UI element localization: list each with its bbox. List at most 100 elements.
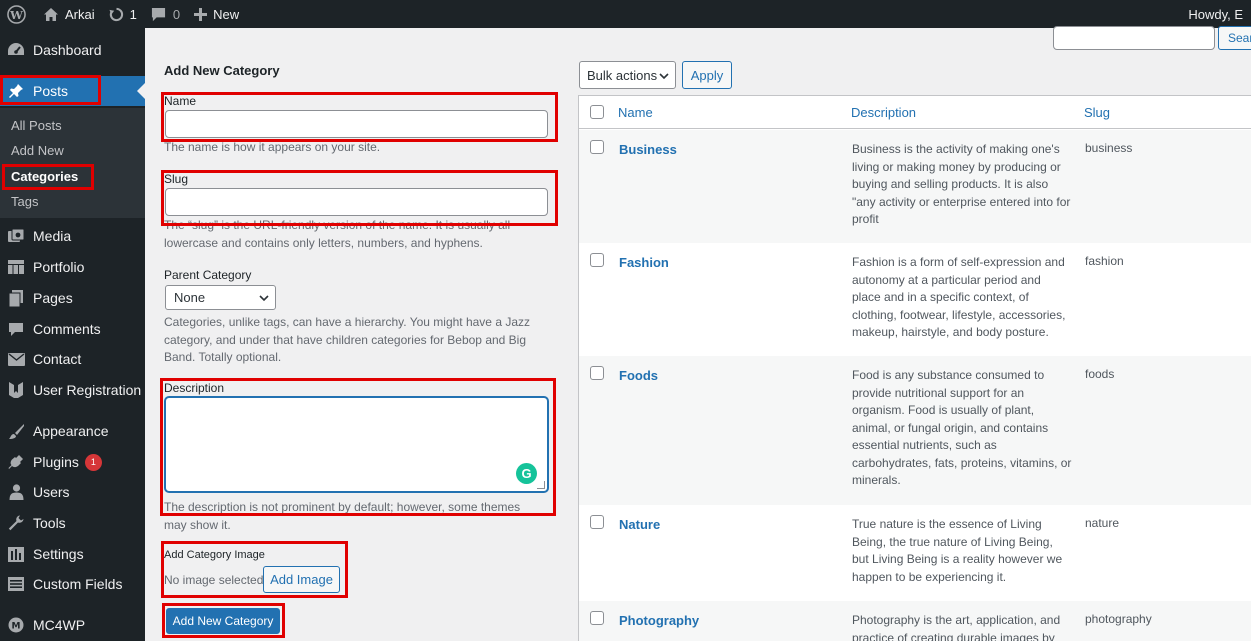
menu-plugins-label: Plugins xyxy=(33,454,79,470)
category-name-link[interactable]: Business xyxy=(619,142,677,157)
search-input[interactable] xyxy=(1053,26,1215,50)
updates-icon xyxy=(109,7,124,22)
form-heading: Add New Category xyxy=(164,63,280,78)
table-row: Fashion Fashion is a form of self-expres… xyxy=(579,243,1251,356)
menu-plugins[interactable]: Plugins 1 xyxy=(0,447,145,477)
chevron-down-icon xyxy=(259,290,269,305)
menu-settings[interactable]: Settings xyxy=(0,539,145,569)
menu-appearance[interactable]: Appearance xyxy=(0,416,145,446)
category-slug: fashion xyxy=(1085,254,1124,268)
menu-posts[interactable]: Posts xyxy=(0,76,145,106)
parent-category-select[interactable]: None xyxy=(165,285,276,310)
custom-fields-icon xyxy=(7,575,25,593)
comments-link[interactable]: 0 xyxy=(144,0,187,28)
category-description: Photography is the art, application, and… xyxy=(852,613,1061,641)
category-name-link[interactable]: Photography xyxy=(619,613,699,628)
new-content-link[interactable]: New xyxy=(187,0,246,28)
menu-pages[interactable]: Pages xyxy=(0,283,145,313)
bulk-actions-select[interactable]: Bulk actions xyxy=(579,61,676,89)
menu-custom-fields[interactable]: Custom Fields xyxy=(0,569,145,599)
grammarly-icon[interactable]: G xyxy=(516,463,537,484)
category-image-label: Add Category Image xyxy=(164,549,265,561)
name-label: Name xyxy=(164,94,197,108)
users-icon xyxy=(7,483,25,501)
apply-button[interactable]: Apply xyxy=(682,61,732,89)
menu-user-registration-label: User Registration xyxy=(33,382,142,398)
category-name-link[interactable]: Fashion xyxy=(619,255,669,270)
menu-tools[interactable]: Tools xyxy=(0,508,145,538)
search-categories-button[interactable]: Sear xyxy=(1218,26,1251,50)
menu-dashboard[interactable]: Dashboard xyxy=(0,35,145,65)
table-row: Photography Photography is the art, appl… xyxy=(579,601,1251,641)
menu-portfolio-label: Portfolio xyxy=(33,259,85,275)
submenu-add-new[interactable]: Add New xyxy=(11,143,64,158)
menu-comments[interactable]: Comments xyxy=(0,314,145,344)
row-checkbox[interactable] xyxy=(590,140,604,154)
mc4wp-icon: M xyxy=(7,616,25,634)
user-registration-icon xyxy=(7,381,25,399)
current-menu-arrow xyxy=(137,83,145,99)
category-description: Fashion is a form of self-expression and… xyxy=(852,255,1066,339)
plus-icon xyxy=(194,7,208,21)
menu-users[interactable]: Users xyxy=(0,477,145,507)
howdy-text: Howdy, E xyxy=(1188,6,1243,22)
updates-link[interactable]: 1 xyxy=(102,0,144,28)
name-help: The name is how it appears on your site. xyxy=(164,140,381,154)
table-row: Business Business is the activity of mak… xyxy=(579,130,1251,243)
add-category-form: Add New Category Name The name is how it… xyxy=(145,28,565,641)
paintbrush-icon xyxy=(7,422,25,440)
categories-table: Name Description Slug Business Business … xyxy=(578,95,1251,641)
slug-input[interactable] xyxy=(165,188,548,216)
category-slug: photography xyxy=(1085,612,1152,626)
add-image-button[interactable]: Add Image xyxy=(263,566,340,593)
updates-count: 1 xyxy=(129,6,137,22)
column-header-description[interactable]: Description xyxy=(851,105,916,120)
name-input[interactable] xyxy=(165,110,548,138)
menu-appearance-label: Appearance xyxy=(33,423,109,439)
add-new-category-button[interactable]: Add New Category xyxy=(166,608,280,634)
menu-user-registration[interactable]: User Registration xyxy=(0,375,145,405)
row-checkbox[interactable] xyxy=(590,515,604,529)
description-label: Description xyxy=(164,381,225,395)
pages-icon xyxy=(7,289,25,307)
plug-icon xyxy=(7,453,25,471)
menu-custom-fields-label: Custom Fields xyxy=(33,576,123,592)
description-textarea[interactable]: G xyxy=(165,397,548,492)
parent-category-help: Categories, unlike tags, can have a hier… xyxy=(164,315,530,364)
row-checkbox[interactable] xyxy=(590,611,604,625)
site-name-link[interactable]: Arkai xyxy=(36,0,102,28)
menu-media-label: Media xyxy=(33,228,72,244)
column-header-slug[interactable]: Slug xyxy=(1084,105,1110,120)
submenu-all-posts[interactable]: All Posts xyxy=(11,118,62,133)
resize-handle[interactable] xyxy=(537,481,545,489)
category-slug: foods xyxy=(1085,367,1115,381)
menu-media[interactable]: Media xyxy=(0,221,145,251)
wordpress-logo-icon[interactable]: W xyxy=(0,0,36,28)
admin-sidebar: Dashboard Posts All Posts Add New Catego… xyxy=(0,28,145,641)
svg-text:M: M xyxy=(12,622,21,632)
submenu-categories[interactable]: Categories xyxy=(11,169,78,184)
svg-text:W: W xyxy=(9,7,23,21)
table-row: Nature True nature is the essence of Liv… xyxy=(579,505,1251,601)
row-checkbox[interactable] xyxy=(590,253,604,267)
menu-portfolio[interactable]: Portfolio xyxy=(0,252,145,282)
submenu-tags[interactable]: Tags xyxy=(11,194,38,209)
menu-tools-label: Tools xyxy=(33,515,66,531)
row-checkbox[interactable] xyxy=(590,366,604,380)
slug-label: Slug xyxy=(164,172,189,186)
menu-dashboard-label: Dashboard xyxy=(33,42,102,58)
comments-icon xyxy=(7,320,25,338)
menu-contact-label: Contact xyxy=(33,351,82,367)
account-menu[interactable]: Howdy, E xyxy=(1188,0,1243,28)
category-name-link[interactable]: Nature xyxy=(619,517,660,532)
menu-mc4wp[interactable]: M MC4WP xyxy=(0,610,145,640)
media-icon xyxy=(7,227,25,245)
new-label: New xyxy=(213,6,240,22)
envelope-icon xyxy=(7,350,25,368)
category-description: Food is any substance consumed to provid… xyxy=(852,368,1072,487)
category-name-link[interactable]: Foods xyxy=(619,368,658,383)
select-all-checkbox[interactable] xyxy=(590,105,604,119)
column-header-name[interactable]: Name xyxy=(618,105,653,120)
menu-contact[interactable]: Contact xyxy=(0,344,145,374)
menu-comments-label: Comments xyxy=(33,321,101,337)
